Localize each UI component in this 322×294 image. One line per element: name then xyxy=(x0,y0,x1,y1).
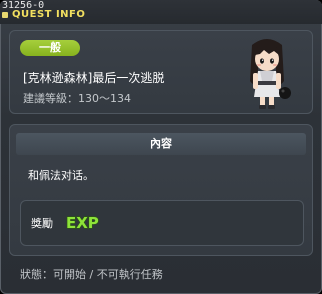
quest-summary-panel: 一般 [克林逊森林]最后一次逃脱 建議等級：130～134 xyxy=(9,30,313,114)
title-bar[interactable]: 31256-0 QUEST INFO xyxy=(0,0,322,24)
recommended-level: 建議等級：130～134 xyxy=(23,92,131,105)
npc-girl-portrait-icon xyxy=(250,39,291,109)
quest-detail-panel: 內容 和佩法对话。 獎勵 EXP xyxy=(9,124,313,256)
reward-box: 獎勵 EXP xyxy=(20,200,304,246)
quest-category-badge: 一般 xyxy=(20,40,80,56)
title-icon xyxy=(2,12,8,18)
window-title: QUEST INFO xyxy=(12,9,86,20)
content-header: 內容 xyxy=(16,133,306,155)
quest-name: [克林逊森林]最后一次逃脱 xyxy=(23,71,165,85)
exp-icon: EXP xyxy=(65,213,99,232)
quest-info-window: 31256-0 QUEST INFO 一般 [克林逊森林]最后一次逃脱 建議等級… xyxy=(0,0,322,294)
reward-label: 獎勵 xyxy=(31,217,53,230)
exp-label: EXP xyxy=(66,214,99,232)
quest-status: 狀態：可開始 / 不可執行任務 xyxy=(20,268,163,281)
quest-description: 和佩法对话。 xyxy=(28,169,94,182)
